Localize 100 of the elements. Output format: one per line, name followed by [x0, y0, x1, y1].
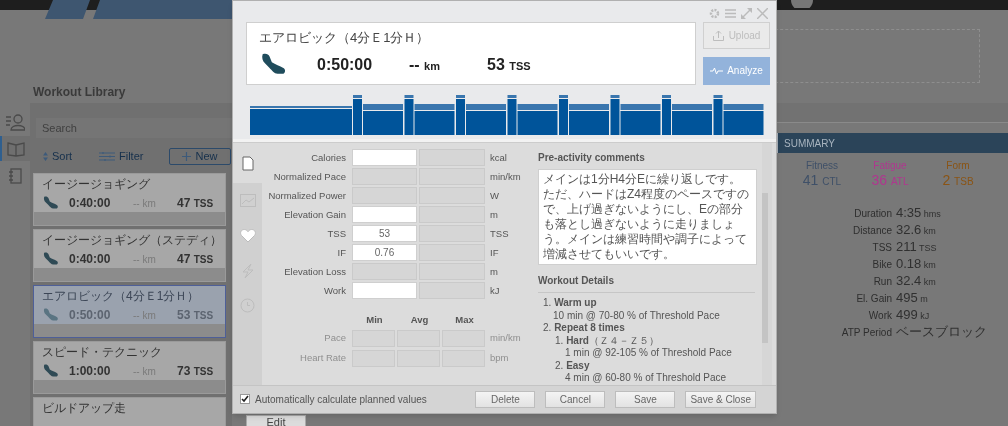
range-label: Pace — [323, 331, 346, 346]
workout-title: エアロビック（4分Ｅ1分Ｈ） — [259, 29, 431, 46]
checkbox-label: Automatically calculate planned values — [255, 392, 427, 407]
score-label: Fitness — [805, 160, 839, 172]
metric-label: Normalized Power — [267, 188, 346, 203]
step-title: 1. Hard（Ｚ４－Ｚ５） — [555, 334, 660, 348]
stat-value: 4:35 hms — [896, 204, 941, 222]
step-title: 1. Warm up — [543, 297, 598, 310]
metric-unit: kcal — [490, 150, 507, 165]
metric-unit: IF — [490, 245, 499, 260]
easy-interval-bar — [414, 103, 455, 135]
step-detail: 1 min @ 92-105 % of Threshold Pace — [565, 347, 733, 360]
hard-interval-bar — [353, 94, 362, 135]
stat-value: 211 TSS — [896, 238, 937, 256]
avatar-icon — [791, 0, 813, 8]
side-tab[interactable] — [233, 143, 262, 184]
sort-icon — [43, 151, 48, 161]
score-value: 41 CTL — [802, 172, 842, 190]
menu-icon[interactable] — [725, 8, 736, 19]
column-header: Avg — [409, 313, 430, 328]
metric-label: Calories — [310, 150, 346, 165]
section-title: Workout Details — [538, 273, 755, 294]
expand-icon[interactable] — [741, 8, 752, 19]
shoe-icon — [259, 53, 287, 77]
section-title: Pre-activity comments — [538, 151, 646, 166]
dialog-button[interactable]: Save & Close — [685, 390, 756, 408]
easy-interval-bar — [569, 103, 609, 135]
planned-field[interactable]: 0.76 — [352, 244, 417, 262]
score-value: 36 ATL — [871, 172, 909, 190]
score-label: Form — [946, 160, 970, 172]
section-title: Workout Library — [33, 84, 127, 101]
shoe-icon — [42, 364, 59, 378]
step-title: 2. Repeat 8 times — [543, 322, 626, 335]
document-icon[interactable] — [241, 155, 254, 171]
workout-duration: 0:50:00 — [69, 307, 112, 324]
sort-button[interactable]: Sort — [43, 147, 99, 165]
filter-button[interactable]: Filter — [99, 147, 169, 165]
stat-label: Bike — [871, 258, 892, 272]
score-label: Fatigue — [873, 160, 907, 172]
new-button[interactable]: New — [169, 147, 231, 165]
dialog-button[interactable]: Delete — [475, 390, 536, 408]
nav-tab[interactable] — [0, 136, 30, 161]
hard-interval-bar — [713, 94, 723, 135]
edit-button[interactable]: Edit — [246, 415, 306, 426]
metric-label: IF — [336, 245, 346, 260]
workout-title: スピード・テクニック — [42, 345, 163, 360]
planned-field[interactable] — [352, 149, 417, 167]
planned-field[interactable] — [352, 206, 417, 224]
dialog-button[interactable]: Save — [615, 390, 676, 408]
planned-field[interactable]: 53 — [352, 225, 417, 243]
book-icon[interactable] — [7, 140, 25, 157]
close-icon[interactable] — [757, 8, 768, 19]
metric-unit: TSS — [490, 226, 509, 241]
workout-title: イージージョギング（ステディ） — [42, 233, 217, 248]
easy-interval-bar — [363, 103, 403, 135]
upload-icon — [712, 29, 724, 41]
stat-label: Duration — [853, 207, 892, 221]
hard-interval-bar — [662, 94, 671, 135]
metric-unit: kJ — [490, 283, 500, 298]
dialog-button[interactable]: Cancel — [545, 390, 606, 408]
checkbox[interactable] — [240, 394, 250, 405]
workout-duration: 0:40:00 — [69, 195, 112, 212]
metric-label: TSS — [326, 226, 346, 241]
metric-unit: min/km — [490, 169, 521, 184]
workout-title: イージージョギング — [42, 177, 151, 192]
workout-card[interactable]: ビルドアップ走 — [33, 397, 226, 426]
stat-label: Run — [872, 275, 892, 289]
workout-tss: 47 TSS — [177, 251, 214, 268]
easy-interval-bar — [620, 103, 661, 135]
metric-unit: W — [490, 188, 499, 203]
notebook-icon[interactable] — [8, 167, 22, 184]
shoe-icon — [42, 196, 59, 210]
workout-duration: 1:00:00 — [69, 363, 112, 380]
column-header: Min — [365, 313, 384, 328]
comments-field[interactable]: メインは1分H4分Eに繰り返しです。ただ、ハードはZ4程度のペースですので、上げ過ぎないようにし、Eの部分も落とし過ぎないように走りましょう。メインは練習時間や調子によって増減させてもいいです。 — [538, 169, 757, 266]
plus-icon — [182, 151, 192, 161]
workout-tss: 73 TSS — [177, 363, 214, 380]
stat-value: 32.4 km — [896, 272, 936, 290]
metric-label: Work — [323, 283, 346, 298]
metric-label: Elevation Gain — [283, 207, 346, 222]
planned-field[interactable] — [352, 282, 417, 300]
range-unit: min/km — [490, 331, 521, 346]
settings-icon[interactable] — [709, 8, 720, 19]
stat-label: ATP Period — [840, 326, 892, 340]
stat-label: TSS — [871, 241, 892, 255]
score-value: 2 TSB — [942, 172, 974, 190]
workout-duration: 0:50:00 — [317, 54, 374, 75]
heart-icon[interactable] — [239, 228, 256, 243]
athlete-list-icon[interactable] — [5, 112, 25, 131]
workout-title: エアロビック（4分Ｅ1分Ｈ） — [42, 289, 201, 304]
hard-interval-bar — [559, 94, 568, 135]
metric-unit: m — [490, 264, 498, 279]
easy-interval-bar — [466, 103, 506, 135]
range-unit: bpm — [490, 351, 509, 366]
shoe-icon — [42, 308, 59, 322]
step-detail: 10 min @ 70-80 % of Threshold Pace — [553, 309, 721, 323]
scrollbar-thumb[interactable] — [762, 193, 768, 344]
easy-interval-bar — [672, 103, 712, 135]
easy-interval-bar — [723, 103, 764, 135]
hard-interval-bar — [404, 94, 414, 135]
